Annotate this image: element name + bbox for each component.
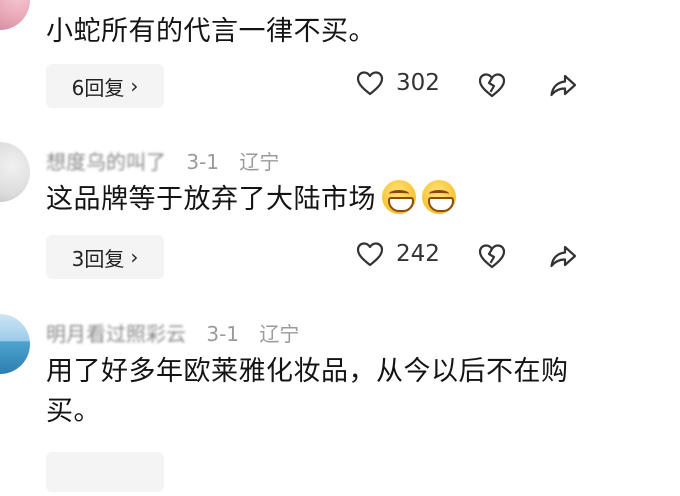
comment-date: 3-1 (206, 322, 240, 346)
comment-actions: 3回复 › 242 (46, 235, 666, 279)
comment-actions: 6回复 › 302 (46, 64, 666, 108)
replies-label: 6回复 (71, 75, 125, 100)
comment-actions-partial (46, 452, 666, 496)
like-count: 242 (396, 241, 440, 267)
dislike-button[interactable] (478, 72, 506, 102)
replies-button[interactable] (46, 452, 164, 492)
comment-date: 3-1 (186, 150, 220, 174)
comment-meta: 明月看过照彩云 3-1 辽宁 (46, 318, 299, 347)
comment-location: 辽宁 (239, 150, 280, 174)
heart-outline-icon (356, 241, 384, 267)
like-count: 302 (396, 70, 440, 96)
comment-meta: 想度乌的叫了 3-1 辽宁 (46, 146, 279, 175)
comment-text: 用了好多年欧莱雅化妆品，从今以后不在购买。 (46, 356, 569, 427)
chevron-right-icon: › (130, 245, 139, 269)
grinning-emoji-icon (422, 180, 456, 214)
username[interactable]: 想度乌的叫了 (46, 150, 166, 174)
replies-button[interactable]: 3回复 › (46, 235, 164, 279)
broken-heart-icon (478, 244, 506, 273)
comment-text: 这品牌等于放弃了大陆市场 (46, 180, 456, 220)
comment-location: 辽宁 (259, 322, 300, 346)
comment-text: 小蛇所有的代言一律不买。 (46, 16, 376, 47)
broken-heart-icon (478, 73, 506, 102)
like-button[interactable]: 302 (356, 70, 440, 96)
heart-outline-icon (356, 70, 384, 96)
avatar[interactable] (0, 0, 30, 30)
like-button[interactable]: 242 (356, 241, 440, 267)
comment-text-body: 这品牌等于放弃了大陆市场 (46, 184, 376, 215)
share-arrow-icon (549, 74, 577, 103)
share-button[interactable] (549, 73, 577, 103)
chevron-right-icon: › (130, 74, 139, 98)
avatar[interactable] (0, 314, 30, 374)
dislike-button[interactable] (478, 243, 506, 273)
grinning-emoji-icon (382, 180, 416, 214)
replies-label: 3回复 (71, 246, 125, 271)
username[interactable]: 明月看过照彩云 (46, 322, 186, 346)
replies-button[interactable]: 6回复 › (46, 64, 164, 108)
share-button[interactable] (549, 244, 577, 274)
share-arrow-icon (549, 245, 577, 274)
avatar[interactable] (0, 142, 30, 202)
